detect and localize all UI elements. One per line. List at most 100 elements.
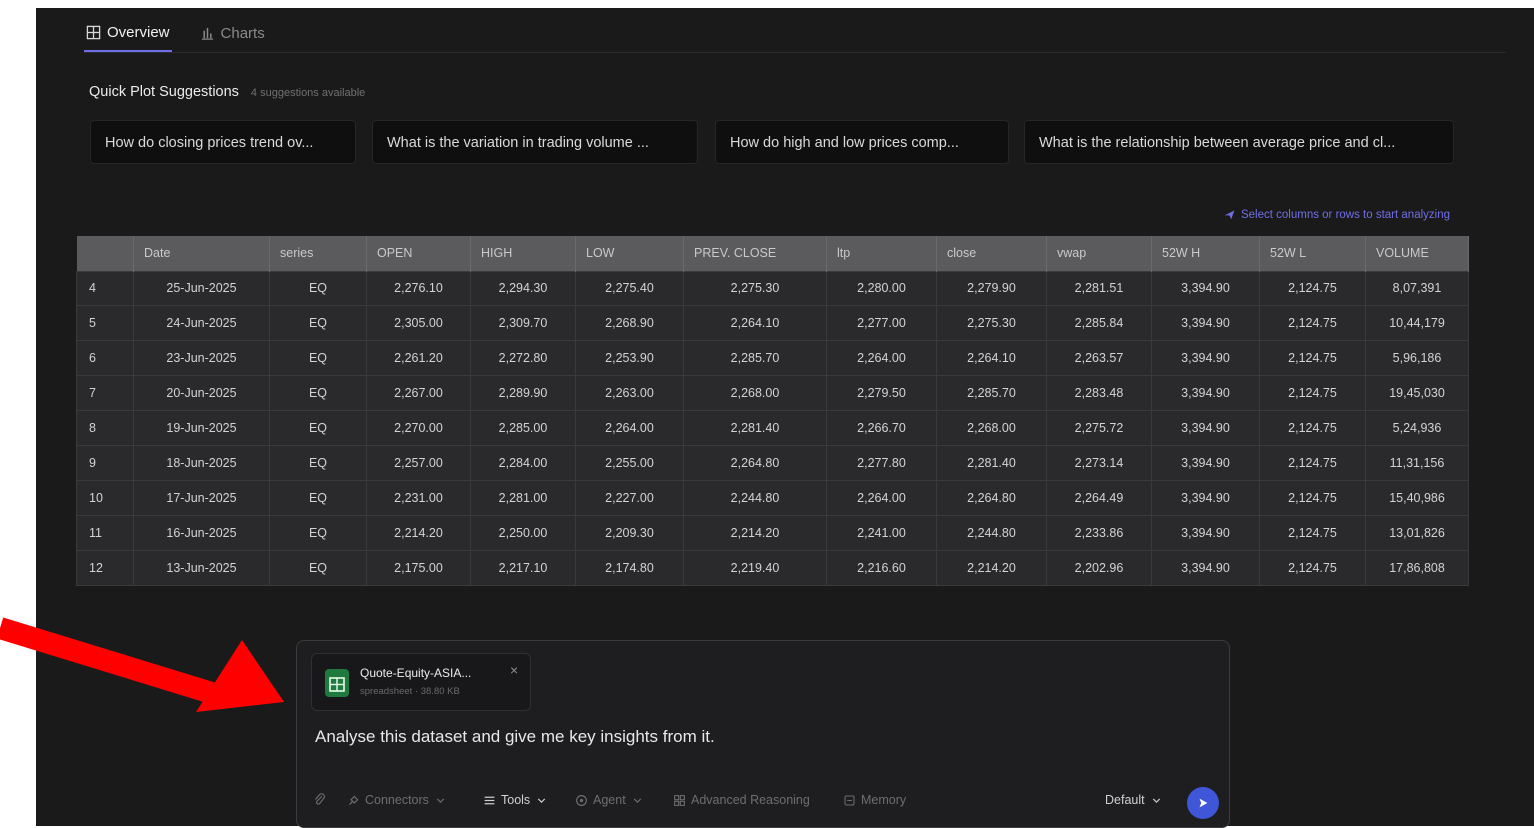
table-row[interactable]: 7 20-Jun-2025 EQ 2,267.00 2,289.90 2,263.00 2,… [76, 375, 1469, 412]
table-cell[interactable]: 19,45,030 [1365, 375, 1469, 412]
table-cell[interactable]: 2,233.86 [1046, 514, 1152, 551]
attach-button[interactable] [313, 793, 326, 806]
prompt-input[interactable]: Analyse this dataset and give me key ins… [315, 727, 715, 747]
table-cell[interactable]: 2,264.10 [683, 305, 827, 342]
table-cell[interactable]: 8,07,391 [1365, 270, 1469, 307]
table-cell[interactable]: 5,96,186 [1365, 340, 1469, 377]
table-cell[interactable]: 17-Jun-2025 [133, 479, 270, 516]
table-cell[interactable]: 2,217.10 [470, 549, 576, 586]
table-cell[interactable]: 2,264.80 [936, 479, 1047, 516]
table-cell[interactable]: 2,279.50 [826, 375, 937, 412]
table-cell[interactable]: 3,394.90 [1151, 340, 1260, 377]
table-cell[interactable]: EQ [269, 270, 367, 307]
column-header-series[interactable]: series [269, 236, 367, 271]
table-cell[interactable]: 12 [76, 549, 134, 586]
table-cell[interactable]: 2,202.96 [1046, 549, 1152, 586]
table-cell[interactable]: EQ [269, 340, 367, 377]
table-cell[interactable]: 2,285.84 [1046, 305, 1152, 342]
table-cell[interactable]: 2,174.80 [575, 549, 684, 586]
table-cell[interactable]: 7 [76, 375, 134, 412]
table-cell[interactable]: EQ [269, 305, 367, 342]
table-cell[interactable]: 2,309.70 [470, 305, 576, 342]
table-cell[interactable]: 2,214.20 [366, 514, 471, 551]
table-cell[interactable]: 25-Jun-2025 [133, 270, 270, 307]
table-cell[interactable]: 4 [76, 270, 134, 307]
table-cell[interactable]: 2,261.20 [366, 340, 471, 377]
table-cell[interactable]: 13,01,826 [1365, 514, 1469, 551]
column-header-vwap[interactable]: vwap [1046, 236, 1152, 271]
table-cell[interactable]: 3,394.90 [1151, 270, 1260, 307]
column-header-prev-close[interactable]: PREV. CLOSE [683, 236, 827, 271]
table-cell[interactable]: 2,281.00 [470, 479, 576, 516]
table-cell[interactable]: 16-Jun-2025 [133, 514, 270, 551]
table-cell[interactable]: 9 [76, 444, 134, 481]
table-cell[interactable]: EQ [269, 375, 367, 412]
agent-button[interactable]: Agent [575, 793, 644, 807]
table-cell[interactable]: 2,264.49 [1046, 479, 1152, 516]
table-cell[interactable]: 2,124.75 [1259, 444, 1366, 481]
table-cell[interactable]: 2,289.90 [470, 375, 576, 412]
table-cell[interactable]: 2,273.14 [1046, 444, 1152, 481]
table-cell[interactable]: 19-Jun-2025 [133, 410, 270, 446]
table-cell[interactable]: 3,394.90 [1151, 514, 1260, 551]
table-cell[interactable]: 2,264.00 [826, 479, 937, 516]
suggestion-chip-3[interactable]: How do high and low prices comp... [715, 120, 1009, 164]
table-cell[interactable]: EQ [269, 549, 367, 586]
table-cell[interactable]: 3,394.90 [1151, 479, 1260, 516]
table-cell[interactable]: 2,285.00 [470, 410, 576, 446]
column-header-open[interactable]: OPEN [366, 236, 471, 271]
table-cell[interactable]: 2,124.75 [1259, 514, 1366, 551]
table-cell[interactable]: 10 [76, 479, 134, 516]
column-header-close[interactable]: close [936, 236, 1047, 271]
table-cell[interactable]: 2,285.70 [683, 340, 827, 377]
table-cell[interactable]: 2,255.00 [575, 444, 684, 481]
send-button[interactable] [1187, 787, 1219, 819]
table-cell[interactable]: 2,124.75 [1259, 305, 1366, 342]
table-cell[interactable]: 2,277.80 [826, 444, 937, 481]
table-cell[interactable]: EQ [269, 514, 367, 551]
table-row[interactable]: 4 25-Jun-2025 EQ 2,276.10 2,294.30 2,275.40 2,… [76, 270, 1469, 307]
tab-overview[interactable]: Overview [84, 20, 172, 52]
connectors-button[interactable]: Connectors [347, 793, 447, 807]
table-cell[interactable]: EQ [269, 479, 367, 516]
table-cell[interactable]: 2,283.48 [1046, 375, 1152, 412]
table-cell[interactable]: 2,231.00 [366, 479, 471, 516]
tab-charts[interactable]: Charts [198, 20, 267, 52]
table-cell[interactable]: 3,394.90 [1151, 444, 1260, 481]
table-cell[interactable]: 2,285.70 [936, 375, 1047, 412]
table-cell[interactable]: 11,31,156 [1365, 444, 1469, 481]
column-header-high[interactable]: HIGH [470, 236, 576, 271]
table-cell[interactable]: 2,264.00 [826, 340, 937, 377]
table-cell[interactable]: EQ [269, 444, 367, 481]
column-header-date[interactable]: Date [133, 236, 270, 271]
table-cell[interactable]: 2,275.30 [683, 270, 827, 307]
advanced-reasoning-toggle[interactable]: Advanced Reasoning [673, 793, 810, 807]
table-cell[interactable]: 8 [76, 410, 134, 446]
table-cell[interactable]: 2,266.70 [826, 410, 937, 446]
table-cell[interactable]: 2,263.57 [1046, 340, 1152, 377]
table-cell[interactable]: 2,264.00 [575, 410, 684, 446]
table-cell[interactable]: 13-Jun-2025 [133, 549, 270, 586]
table-row[interactable]: 8 19-Jun-2025 EQ 2,270.00 2,285.00 2,264.00 2,… [76, 410, 1469, 446]
table-cell[interactable]: 2,270.00 [366, 410, 471, 446]
table-cell[interactable]: 2,281.40 [936, 444, 1047, 481]
table-cell[interactable]: 2,275.30 [936, 305, 1047, 342]
table-cell[interactable]: EQ [269, 410, 367, 446]
table-row[interactable]: 5 24-Jun-2025 EQ 2,305.00 2,309.70 2,268.90 2,… [76, 305, 1469, 342]
table-cell[interactable]: 2,209.30 [575, 514, 684, 551]
table-cell[interactable]: 2,214.20 [683, 514, 827, 551]
table-cell[interactable]: 11 [76, 514, 134, 551]
column-header[interactable] [76, 236, 134, 271]
table-cell[interactable]: 2,124.75 [1259, 340, 1366, 377]
table-cell[interactable]: 2,305.00 [366, 305, 471, 342]
table-cell[interactable]: 2,241.00 [826, 514, 937, 551]
table-cell[interactable]: 2,216.60 [826, 549, 937, 586]
table-cell[interactable]: 2,268.00 [683, 375, 827, 412]
table-cell[interactable]: 2,124.75 [1259, 549, 1366, 586]
table-cell[interactable]: 2,263.00 [575, 375, 684, 412]
table-cell[interactable]: 15,40,986 [1365, 479, 1469, 516]
table-cell[interactable]: 17,86,808 [1365, 549, 1469, 586]
table-cell[interactable]: 10,44,179 [1365, 305, 1469, 342]
table-cell[interactable]: 2,264.80 [683, 444, 827, 481]
table-cell[interactable]: 6 [76, 340, 134, 377]
